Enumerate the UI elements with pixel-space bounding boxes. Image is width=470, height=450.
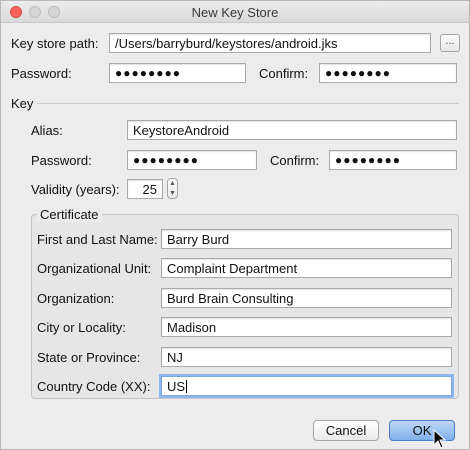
key-store-path-label: Key store path: bbox=[11, 36, 99, 51]
keystore-confirm-field[interactable]: ●●●●●●●● bbox=[319, 63, 457, 83]
title-bar: New Key Store bbox=[1, 1, 469, 23]
new-key-store-dialog: New Key Store Key store path: /Users/bar… bbox=[0, 0, 470, 450]
organization-field[interactable]: Burd Brain Consulting bbox=[161, 288, 452, 308]
key-store-path-field[interactable]: /Users/barryburd/keystores/android.jks bbox=[109, 33, 431, 53]
key-section-label: Key bbox=[11, 96, 34, 111]
country-code-label: Country Code (XX): bbox=[37, 379, 151, 394]
text-caret bbox=[186, 380, 188, 393]
organizational-unit-field[interactable]: Complaint Department bbox=[161, 258, 452, 278]
country-code-value: US bbox=[167, 379, 186, 394]
key-section-divider bbox=[37, 103, 459, 104]
cancel-button[interactable]: Cancel bbox=[313, 420, 379, 441]
validity-label: Validity (years): bbox=[31, 182, 120, 197]
key-confirm-field[interactable]: ●●●●●●●● bbox=[329, 150, 457, 170]
state-label: State or Province: bbox=[37, 350, 141, 365]
alias-label: Alias: bbox=[31, 123, 63, 138]
key-password-field[interactable]: ●●●●●●●● bbox=[127, 150, 257, 170]
state-field[interactable]: NJ bbox=[161, 347, 452, 367]
certificate-section-label: Certificate bbox=[37, 207, 102, 222]
validity-field[interactable]: 25 bbox=[127, 179, 163, 199]
alias-field[interactable]: KeystoreAndroid bbox=[127, 120, 457, 140]
key-password-label: Password: bbox=[31, 153, 92, 168]
name-field[interactable]: Barry Burd bbox=[161, 229, 452, 249]
stepper-down-icon[interactable]: ▼ bbox=[168, 190, 177, 198]
organization-label: Organization: bbox=[37, 291, 115, 306]
keystore-confirm-label: Confirm: bbox=[259, 66, 309, 81]
keystore-password-label: Password: bbox=[11, 66, 72, 81]
validity-stepper[interactable]: ▲ ▼ bbox=[167, 178, 178, 199]
stepper-up-icon[interactable]: ▲ bbox=[168, 180, 177, 188]
browse-button[interactable]: ... bbox=[440, 34, 460, 52]
country-code-field[interactable]: US bbox=[161, 376, 452, 396]
keystore-password-field[interactable]: ●●●●●●●● bbox=[109, 63, 246, 83]
organizational-unit-label: Organizational Unit: bbox=[37, 261, 152, 276]
mouse-pointer-icon bbox=[433, 429, 447, 449]
name-label: First and Last Name: bbox=[37, 232, 158, 247]
key-confirm-label: Confirm: bbox=[270, 153, 320, 168]
window-title: New Key Store bbox=[191, 5, 279, 20]
city-field[interactable]: Madison bbox=[161, 317, 452, 337]
city-label: City or Locality: bbox=[37, 320, 126, 335]
